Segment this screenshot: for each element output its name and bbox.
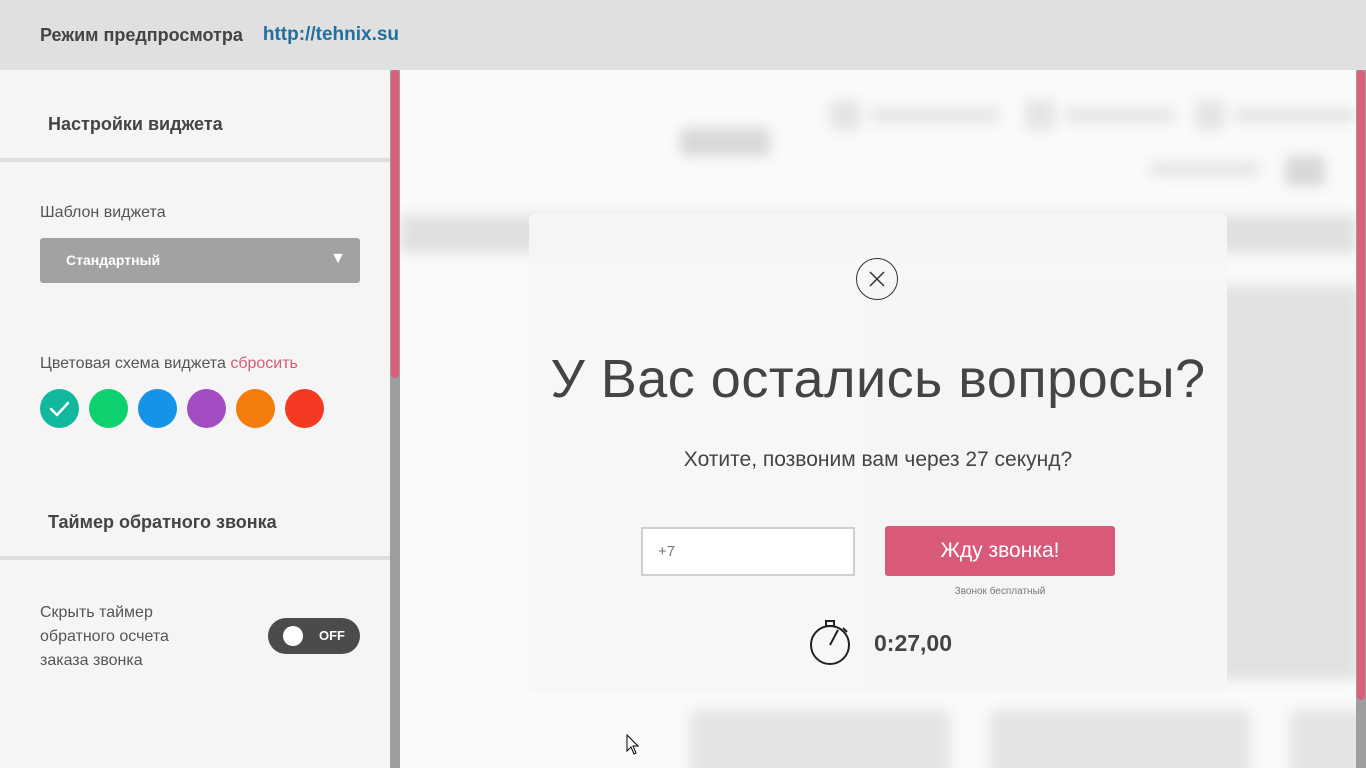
blurred-block [830, 100, 860, 130]
sidebar-scrollbar[interactable] [390, 70, 400, 768]
section-title: Таймер обратного звонка [48, 512, 277, 532]
color-scheme-label: Цветовая схема виджета сбросить [40, 355, 298, 373]
blurred-block [1235, 108, 1355, 122]
hide-timer-label-line: обратного осчета [40, 628, 169, 645]
widget-subtitle: Хотите, позвоним вам через 27 секунд? [683, 448, 1073, 471]
toggle-state-label: OFF [319, 628, 345, 643]
page-scrollbar-thumb[interactable] [1357, 70, 1365, 700]
toggle-knob [283, 626, 303, 646]
chevron-down-icon: ▼ [330, 250, 346, 267]
free-call-note: Звонок бесплатный [954, 586, 1046, 597]
color-swatch-green[interactable] [89, 389, 128, 428]
settings-sidebar: Настройки виджета Шаблон виджета Стандар… [0, 70, 390, 768]
blurred-block [1150, 162, 1260, 176]
hide-timer-label-line: Скрыть таймер [40, 604, 153, 621]
blurred-block [1195, 100, 1225, 130]
page-scrollbar[interactable] [1356, 70, 1366, 768]
hide-timer-toggle[interactable]: OFF [268, 618, 360, 654]
section-title: Настройки виджета [48, 114, 223, 134]
mouse-cursor-icon [626, 734, 640, 755]
color-reset-link[interactable]: сбросить [230, 355, 298, 372]
blurred-card [1290, 710, 1356, 768]
hide-timer-label: Скрыть таймер обратного осчета заказа зв… [40, 601, 169, 673]
color-swatch-teal[interactable] [40, 389, 79, 428]
phone-input[interactable] [641, 527, 855, 576]
template-label: Шаблон виджета [40, 204, 166, 221]
close-button[interactable] [856, 258, 898, 300]
blurred-block [1065, 108, 1175, 122]
check-icon [40, 389, 79, 428]
countdown-timer: 0:27,00 [874, 630, 953, 656]
blurred-card [690, 710, 950, 768]
preview-header: Режим предпросмотра http://tehnix.su [0, 0, 1366, 70]
close-icon [869, 271, 885, 287]
blurred-block [1025, 100, 1055, 130]
blurred-card [990, 710, 1250, 768]
template-select-value: Стандартный [66, 252, 161, 268]
color-scheme-label-text: Цветовая схема виджета [40, 355, 226, 372]
widget-title: У Вас остались вопросы? [550, 349, 1206, 409]
sidebar-scrollbar-thumb[interactable] [391, 70, 399, 378]
site-url-link[interactable]: http://tehnix.su [263, 24, 399, 46]
template-select[interactable]: Стандартный ▼ [40, 238, 360, 283]
blurred-block [1285, 156, 1325, 186]
section-header-widget-settings: Настройки виджета [0, 70, 390, 162]
blurred-logo [680, 128, 770, 156]
color-swatch-orange[interactable] [236, 389, 275, 428]
color-swatch-blue[interactable] [138, 389, 177, 428]
color-swatch-purple[interactable] [187, 389, 226, 428]
callback-widget-modal: У Вас остались вопросы? Хотите, позвоним… [529, 214, 1227, 692]
color-swatch-red[interactable] [285, 389, 324, 428]
preview-mode-label: Режим предпросмотра [40, 24, 243, 45]
stopwatch-icon [810, 620, 850, 665]
hide-timer-label-line: заказа звонка [40, 652, 143, 669]
section-header-callback-timer: Таймер обратного звонка [0, 468, 390, 560]
blurred-block [870, 108, 1000, 122]
request-call-button[interactable]: Жду звонка! [885, 526, 1115, 576]
